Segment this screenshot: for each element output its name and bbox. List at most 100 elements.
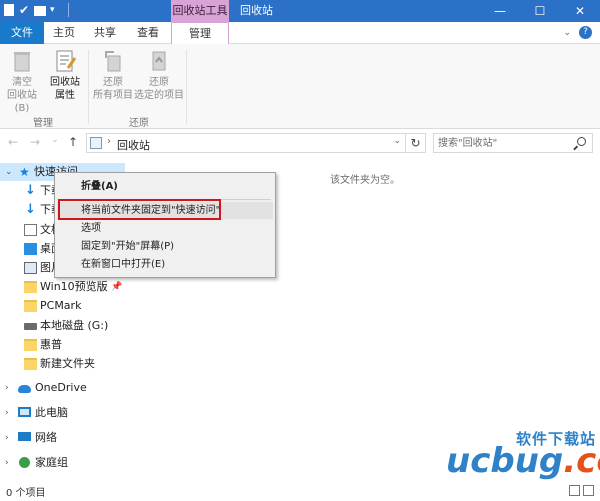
help-icon[interactable]: ? bbox=[579, 26, 592, 39]
restore-selected-button[interactable]: 还原 选定的项目 bbox=[134, 48, 184, 102]
nav-item-new-folder[interactable]: 新建文件夹 bbox=[0, 355, 125, 373]
nav-item-onedrive[interactable]: › OneDrive bbox=[0, 379, 125, 397]
button-label: 还原 bbox=[103, 77, 123, 88]
nav-item-this-pc[interactable]: › 此电脑 bbox=[0, 404, 125, 422]
nav-item-label: 本地磁盘 (G:) bbox=[40, 319, 109, 332]
computer-icon bbox=[18, 407, 31, 417]
expand-chevron-icon[interactable]: › bbox=[5, 429, 9, 447]
highlight-annotation-box bbox=[58, 199, 221, 220]
view-toggle bbox=[569, 485, 594, 496]
menu-item-open-new-window[interactable]: 在新窗口中打开(E) bbox=[57, 256, 273, 273]
restore-all-button[interactable]: 还原 所有项目 bbox=[92, 48, 134, 102]
checkmark-icon[interactable]: ✔ bbox=[18, 3, 30, 17]
nav-item-win10-preview[interactable]: Win10预览版 📌 bbox=[0, 278, 125, 296]
nav-item-local-disk-g[interactable]: 本地磁盘 (G:) bbox=[0, 317, 125, 335]
nav-item-homegroup[interactable]: › 家庭组 bbox=[0, 454, 125, 472]
toolbar-divider bbox=[68, 3, 69, 17]
recent-locations-button[interactable]: ⌄ bbox=[48, 135, 62, 145]
watermark-logo: 软件下载站 ucbug.cc bbox=[446, 428, 600, 482]
group-label-manage: 管理 bbox=[33, 118, 53, 129]
expand-chevron-icon[interactable]: › bbox=[5, 404, 9, 422]
status-bar: 0 个项目 bbox=[0, 480, 600, 501]
large-icons-view-icon[interactable] bbox=[583, 485, 594, 496]
button-label: 属性 bbox=[55, 90, 75, 101]
tab-home[interactable]: 主页 bbox=[44, 22, 84, 44]
nav-item-pcmark[interactable]: PCMark bbox=[0, 297, 125, 315]
properties-icon[interactable] bbox=[4, 4, 14, 16]
group-divider bbox=[186, 50, 187, 124]
folder-icon bbox=[24, 281, 37, 293]
recycle-bin-properties-button[interactable]: 回收站 属性 bbox=[45, 48, 85, 102]
expand-chevron-icon[interactable]: › bbox=[5, 379, 9, 397]
nav-item-label: 惠普 bbox=[40, 338, 62, 351]
nav-item-label: 家庭组 bbox=[35, 456, 68, 469]
desktop-icon bbox=[24, 243, 37, 255]
homegroup-icon bbox=[19, 457, 30, 468]
empty-recycle-bin-button[interactable]: 清空 回收站(B) bbox=[2, 48, 42, 115]
search-icon[interactable] bbox=[577, 137, 586, 146]
back-button[interactable]: ← bbox=[6, 135, 20, 149]
nav-item-hp[interactable]: 惠普 bbox=[0, 336, 125, 354]
breadcrumb-recycle-bin[interactable]: 回收站 bbox=[117, 137, 150, 153]
tab-file[interactable]: 文件 bbox=[0, 22, 44, 44]
breadcrumb-separator[interactable]: › bbox=[107, 136, 111, 147]
document-icon bbox=[24, 224, 37, 236]
network-icon bbox=[18, 432, 31, 441]
watermark-brand: ucbug.cc bbox=[446, 441, 600, 481]
group-label-restore: 还原 bbox=[129, 118, 149, 129]
download-icon: ↓ bbox=[25, 202, 36, 217]
details-view-icon[interactable] bbox=[569, 485, 580, 496]
maximize-button[interactable]: ☐ bbox=[520, 0, 560, 22]
drive-icon bbox=[24, 323, 37, 330]
up-button[interactable]: ↑ bbox=[66, 135, 80, 149]
recycle-bin-tools-label: 回收站工具 bbox=[171, 0, 229, 22]
folder-icon bbox=[24, 339, 37, 351]
pictures-icon bbox=[24, 262, 37, 274]
restore-selected-icon bbox=[146, 48, 172, 74]
window-title: 回收站 bbox=[240, 4, 273, 17]
quick-access-toolbar: ✔ ▾ bbox=[4, 3, 69, 17]
nav-item-network[interactable]: › 网络 bbox=[0, 429, 125, 447]
nav-item-label: 此电脑 bbox=[35, 406, 68, 419]
collapse-chevron-icon[interactable]: ⌄ bbox=[5, 163, 13, 181]
address-dropdown-icon[interactable]: ⌄ bbox=[393, 136, 401, 146]
menu-item-pin-to-start[interactable]: 固定到"开始"屏幕(P) bbox=[57, 238, 273, 255]
customize-toolbar-icon[interactable]: ▾ bbox=[50, 3, 64, 17]
star-icon: ★ bbox=[19, 165, 30, 179]
forward-button[interactable]: → bbox=[28, 135, 42, 149]
address-bar[interactable]: › 回收站 ⌄ bbox=[86, 133, 406, 153]
refresh-button[interactable]: ↻ bbox=[406, 133, 426, 153]
download-icon: ↓ bbox=[25, 183, 36, 198]
close-button[interactable]: ✕ bbox=[560, 0, 600, 22]
nav-item-label: 新建文件夹 bbox=[40, 357, 95, 370]
minimize-button[interactable]: — bbox=[480, 0, 520, 22]
ribbon-panel: 清空 回收站(B) 回收站 属性 还原 所有项目 还原 选定的项目 管理 还原 bbox=[0, 44, 600, 129]
nav-item-label: PCMark bbox=[40, 299, 82, 312]
menu-item-options[interactable]: 选项 bbox=[57, 220, 273, 237]
nav-item-label: OneDrive bbox=[35, 381, 87, 394]
title-bar: ✔ ▾ 回收站工具 回收站 — ☐ ✕ bbox=[0, 0, 600, 22]
tab-share[interactable]: 共享 bbox=[84, 22, 126, 44]
tab-manage[interactable]: 管理 bbox=[171, 22, 229, 45]
ribbon-controls: ⌄ ? bbox=[563, 26, 592, 39]
collapse-ribbon-icon[interactable]: ⌄ bbox=[563, 28, 571, 38]
restore-all-icon bbox=[100, 48, 126, 74]
pin-icon[interactable]: 📌 bbox=[111, 278, 122, 296]
properties-icon bbox=[52, 48, 78, 74]
tab-view[interactable]: 查看 bbox=[126, 22, 170, 44]
button-label: 还原 bbox=[149, 77, 169, 88]
new-folder-icon[interactable] bbox=[34, 6, 46, 16]
folder-icon bbox=[24, 358, 37, 370]
nav-item-label: Win10预览版 bbox=[40, 280, 108, 293]
ribbon-tab-bar: 文件 主页 共享 查看 管理 ⌄ ? bbox=[0, 22, 600, 45]
context-menu: 折叠(A) 将当前文件夹固定到"快速访问" 选项 固定到"开始"屏幕(P) 在新… bbox=[54, 172, 276, 278]
search-box[interactable] bbox=[433, 133, 593, 153]
button-label: 回收站(B) bbox=[7, 90, 37, 114]
button-label: 回收站 bbox=[50, 77, 80, 88]
address-row: ← → ⌄ ↑ › 回收站 ⌄ ↻ bbox=[0, 130, 600, 156]
menu-item-collapse[interactable]: 折叠(A) bbox=[57, 178, 273, 195]
group-divider bbox=[88, 50, 89, 124]
empty-folder-message: 该文件夹为空。 bbox=[330, 175, 400, 186]
search-input[interactable] bbox=[438, 136, 568, 150]
expand-chevron-icon[interactable]: › bbox=[5, 454, 9, 472]
